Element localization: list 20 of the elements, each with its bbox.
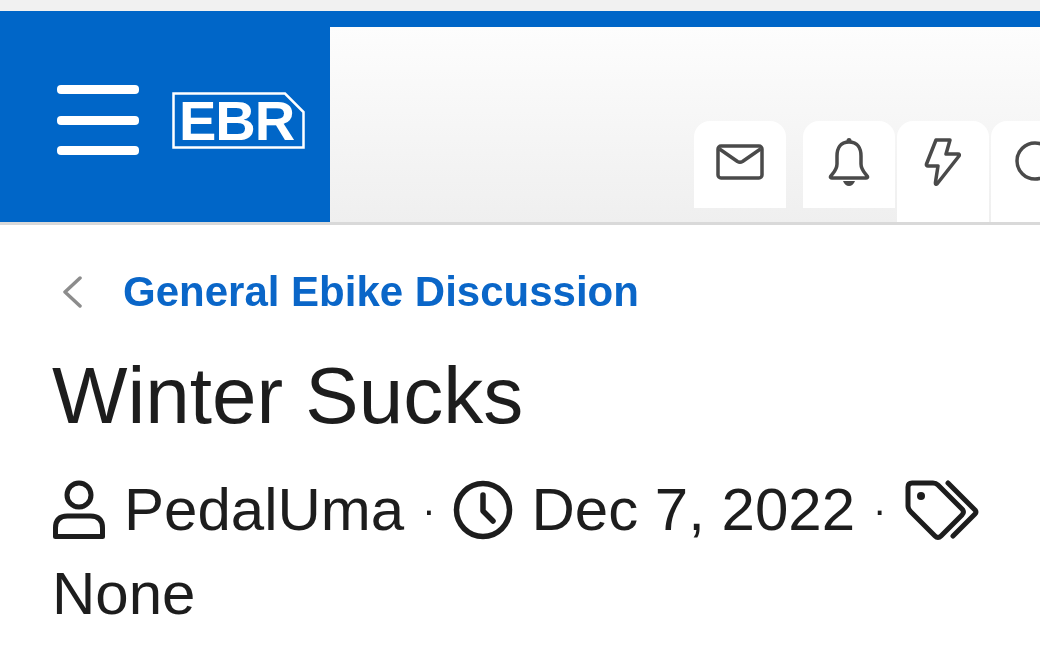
bell-button[interactable] [803,121,895,208]
separator: · [873,487,887,534]
author-name[interactable]: PedalUma [124,468,405,552]
post-date: Dec 7, 2022 [531,475,856,545]
site-logo[interactable]: EBR [172,91,305,149]
search-button[interactable] [991,121,1040,222]
breadcrumb-link[interactable]: General Ebike Discussion [123,269,639,315]
thread-title: Winter Sucks [52,350,524,442]
user-icon [52,480,106,540]
mail-icon [716,143,764,180]
lightning-button[interactable] [897,121,989,222]
search-icon [1013,140,1040,183]
tags-value: None [52,559,196,629]
separator: · [422,487,436,534]
chevron-left-icon[interactable] [62,276,82,308]
bell-icon [827,136,871,187]
mail-button[interactable] [694,121,786,208]
menu-icon[interactable] [57,85,139,155]
lightning-icon [924,137,962,186]
clock-icon [453,480,514,540]
